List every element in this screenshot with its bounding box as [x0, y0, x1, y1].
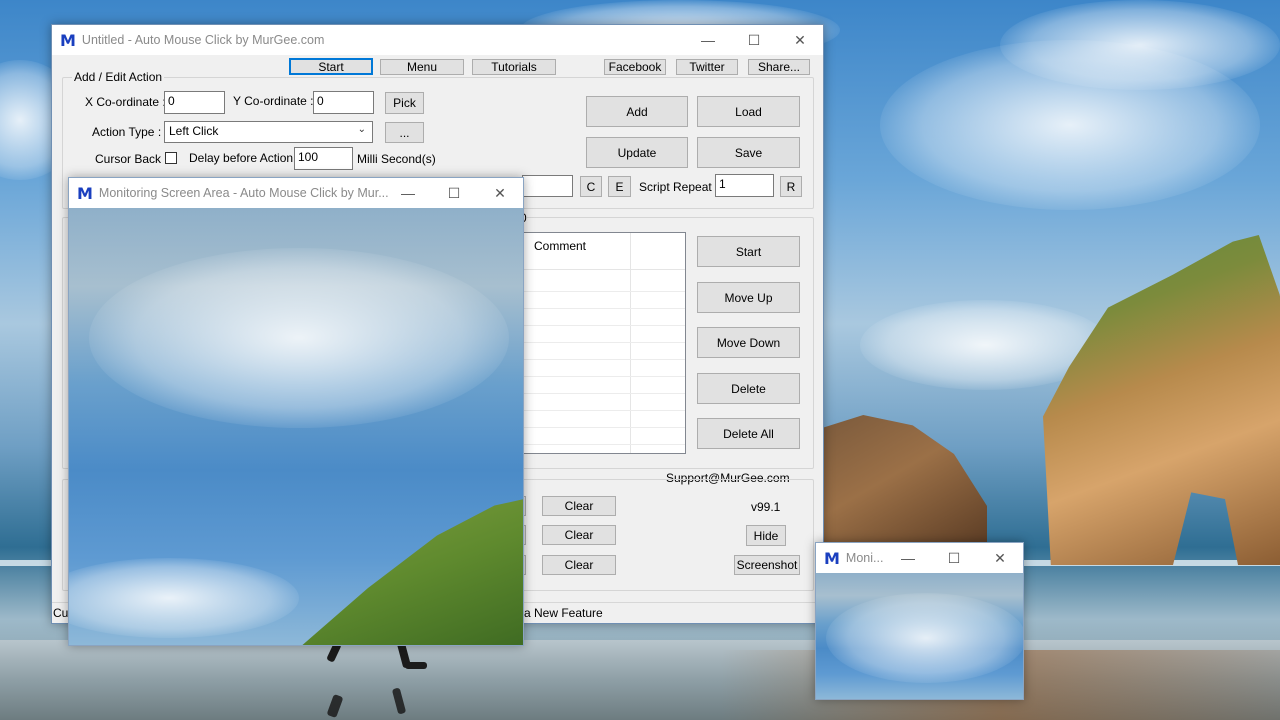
cursor-back-checkbox[interactable]: [165, 152, 177, 164]
monitored-area-preview-small: [816, 573, 1023, 699]
close-icon[interactable]: ✕: [777, 25, 823, 55]
hide-button[interactable]: Hide: [746, 525, 786, 546]
delay-input[interactable]: 100: [294, 147, 353, 170]
monitor-titlebar[interactable]: M Monitoring Screen Area - Auto Mouse Cl…: [69, 178, 523, 208]
minimize-icon[interactable]: —: [385, 178, 431, 208]
load-button[interactable]: Load: [697, 96, 800, 127]
delay-label: Delay before Action :: [189, 151, 300, 165]
add-edit-group-label: Add / Edit Action: [72, 70, 165, 84]
comment-input[interactable]: [522, 175, 573, 197]
status-text-left: Cu: [53, 606, 69, 620]
list-row: [521, 291, 685, 292]
save-button[interactable]: Save: [697, 137, 800, 168]
status-text-right: a New Feature: [524, 606, 603, 620]
delete-button[interactable]: Delete: [697, 373, 800, 404]
cloud: [826, 593, 1023, 683]
list-row: [521, 376, 685, 377]
script-repeat-input[interactable]: 1: [715, 174, 774, 197]
list-header: Comment: [521, 233, 685, 270]
runner-foot: [405, 662, 427, 669]
list-row: [521, 342, 685, 343]
cloud: [69, 558, 299, 638]
list-row: [521, 410, 685, 411]
monitor-small-titlebar[interactable]: M Moni... — ☐ ✕: [816, 543, 1023, 573]
start-script-button[interactable]: Start: [697, 236, 800, 267]
main-titlebar[interactable]: M Untitled - Auto Mouse Click by MurGee.…: [52, 25, 823, 55]
list-row: [521, 325, 685, 326]
screenshot-button[interactable]: Screenshot: [734, 555, 800, 575]
x-coordinate-label: X Co-ordinate :: [85, 95, 166, 109]
preview-hill: [299, 498, 523, 645]
x-coordinate-input[interactable]: 0: [164, 91, 225, 114]
pick-button[interactable]: Pick: [385, 92, 424, 114]
facebook-button[interactable]: Facebook: [604, 59, 666, 75]
minimize-icon[interactable]: —: [685, 25, 731, 55]
list-row: [521, 359, 685, 360]
tutorials-button[interactable]: Tutorials: [472, 59, 556, 75]
clear-button-1[interactable]: Clear: [542, 496, 616, 516]
share-button[interactable]: Share...: [748, 59, 810, 75]
small-rock: [822, 415, 987, 545]
clear-button-2[interactable]: Clear: [542, 525, 616, 545]
list-row: [521, 427, 685, 428]
e-button[interactable]: E: [608, 176, 631, 197]
action-type-select[interactable]: Left Click ⌄: [164, 121, 373, 143]
maximize-icon[interactable]: ☐: [931, 543, 977, 573]
cloud: [89, 248, 509, 428]
more-options-button[interactable]: ...: [385, 122, 424, 143]
monitoring-window-small: M Moni... — ☐ ✕: [815, 542, 1024, 700]
list-row: [521, 393, 685, 394]
update-button[interactable]: Update: [586, 137, 688, 168]
move-up-button[interactable]: Move Up: [697, 282, 800, 313]
delete-all-button[interactable]: Delete All: [697, 418, 800, 449]
y-coordinate-label: Y Co-ordinate :: [233, 94, 314, 108]
add-button[interactable]: Add: [586, 96, 688, 127]
cursor-back-label: Cursor Back :: [95, 152, 168, 166]
minimize-icon[interactable]: —: [885, 543, 931, 573]
list-row: [521, 444, 685, 445]
maximize-icon[interactable]: ☐: [431, 178, 477, 208]
comment-column-header[interactable]: Comment: [534, 239, 586, 253]
actions-list[interactable]: Comment: [520, 232, 686, 454]
window-title: Untitled - Auto Mouse Click by MurGee.co…: [81, 33, 325, 47]
monitored-area-preview: [69, 208, 523, 645]
maximize-icon[interactable]: ☐: [731, 25, 777, 55]
script-repeat-label: Script Repeat :: [639, 180, 719, 194]
delay-unit-label: Milli Second(s): [357, 152, 436, 166]
y-coordinate-input[interactable]: 0: [313, 91, 374, 114]
menu-button[interactable]: Menu: [380, 59, 464, 75]
list-row: [521, 308, 685, 309]
app-m-icon: M: [824, 548, 840, 568]
move-down-button[interactable]: Move Down: [697, 327, 800, 358]
twitter-button[interactable]: Twitter: [676, 59, 738, 75]
action-type-label: Action Type :: [92, 125, 162, 139]
arch-rock: [1043, 235, 1280, 565]
chevron-down-icon: ⌄: [357, 124, 366, 135]
start-toolbar-button[interactable]: Start: [289, 58, 373, 75]
c-button[interactable]: C: [580, 176, 602, 197]
monitor-small-title: Moni...: [845, 551, 884, 565]
action-type-value: Left Click: [169, 124, 219, 138]
column-divider: [630, 233, 631, 453]
monitoring-window-large: M Monitoring Screen Area - Auto Mouse Cl…: [68, 177, 524, 646]
version-label: v99.1: [751, 500, 781, 514]
close-icon[interactable]: ✕: [977, 543, 1023, 573]
monitor-window-title: Monitoring Screen Area - Auto Mouse Clic…: [98, 186, 389, 200]
app-m-icon: M: [77, 183, 93, 203]
close-icon[interactable]: ✕: [477, 178, 523, 208]
cloud: [1000, 0, 1280, 90]
clear-button-3[interactable]: Clear: [542, 555, 616, 575]
app-m-icon: M: [60, 30, 76, 50]
r-button[interactable]: R: [780, 176, 802, 197]
